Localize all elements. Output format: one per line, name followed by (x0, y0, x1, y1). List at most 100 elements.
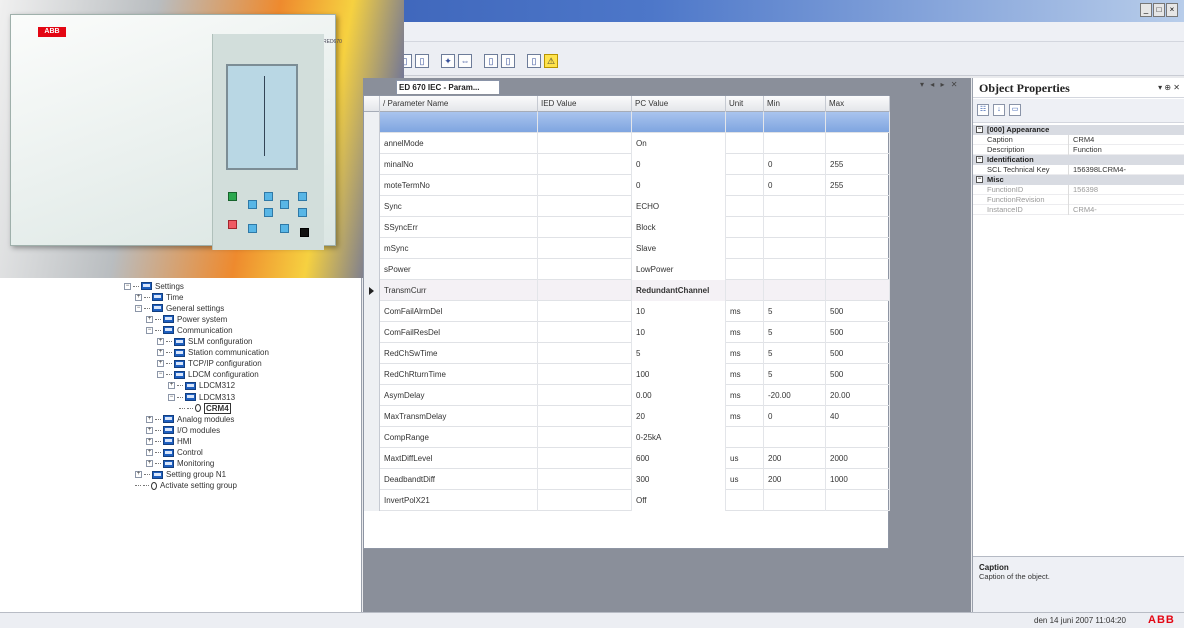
close-button[interactable]: × (1166, 3, 1178, 17)
row-selector[interactable] (364, 364, 380, 385)
row-selector[interactable] (364, 238, 380, 259)
expand-icon[interactable]: + (146, 426, 153, 434)
table-row[interactable]: ComFailResDel 10 ms 5 500 (364, 322, 890, 343)
collapse-icon[interactable]: − (168, 393, 175, 401)
categorized-icon[interactable]: ☷ (977, 104, 989, 116)
cell-pc[interactable]: 100 (632, 364, 726, 385)
collapse-icon[interactable]: − (976, 126, 983, 133)
row-selector[interactable] (364, 427, 380, 448)
document-icon[interactable]: ▯ (484, 54, 498, 68)
table-row[interactable]: MaxTransmDelay 20 ms 0 40 (364, 406, 890, 427)
cell-pc[interactable]: 10 (632, 322, 726, 343)
expand-icon[interactable]: + (146, 415, 153, 423)
row-selector[interactable] (364, 112, 380, 133)
cell-pc[interactable]: 0.00 (632, 385, 726, 406)
table-row[interactable]: SSyncErr Block (364, 217, 890, 238)
expand-icon[interactable]: + (146, 437, 153, 445)
cell-pc[interactable]: 300 (632, 469, 726, 490)
row-selector[interactable] (364, 343, 380, 364)
warning-icon[interactable]: ⚠ (544, 54, 558, 68)
row-selector[interactable] (364, 217, 380, 238)
sort-alpha-icon[interactable]: ↓ (993, 104, 1005, 116)
column-header[interactable]: / Parameter Name (380, 96, 538, 112)
document-icon[interactable]: ▯ (501, 54, 515, 68)
row-selector[interactable] (364, 154, 380, 175)
column-header[interactable]: IED Value (538, 96, 632, 112)
collapse-icon[interactable]: − (124, 282, 131, 290)
document-tab[interactable]: ED 670 IEC - Param... (396, 80, 500, 94)
cell-pc[interactable]: LowPower (632, 259, 726, 280)
row-selector[interactable] (364, 385, 380, 406)
property-category[interactable]: − Misc (973, 175, 1184, 185)
table-row[interactable]: CompRange 0-25kA (364, 427, 890, 448)
row-selector[interactable] (364, 196, 380, 217)
table-row[interactable]: AsymDelay 0.00 ms -20.00 20.00 (364, 385, 890, 406)
row-selector[interactable] (364, 259, 380, 280)
row-selector[interactable] (364, 301, 380, 322)
table-row[interactable]: MaxtDiffLevel 600 us 200 2000 (364, 448, 890, 469)
expand-icon[interactable]: + (168, 382, 175, 390)
arrows-icon[interactable]: ⇔ (458, 54, 472, 68)
minimize-button[interactable]: _ (1140, 3, 1152, 17)
property-row[interactable]: Caption CRM4 (973, 135, 1184, 145)
row-selector[interactable] (364, 448, 380, 469)
cell-pc[interactable]: On (632, 133, 726, 154)
collapse-icon[interactable]: − (135, 304, 142, 312)
settings-icon[interactable]: ✦ (441, 54, 455, 68)
cell-pc[interactable]: 0-25kA (632, 427, 726, 448)
property-row[interactable]: SCL Technical Key 156398LCRM4- (973, 165, 1184, 175)
property-category[interactable]: − Identification (973, 155, 1184, 165)
table-row[interactable]: RedChSwTime 5 ms 5 500 (364, 343, 890, 364)
row-selector[interactable] (364, 322, 380, 343)
property-pages-icon[interactable]: ▭ (1009, 104, 1021, 116)
cell-pc[interactable]: 600 (632, 448, 726, 469)
expand-icon[interactable]: + (146, 315, 153, 323)
expand-icon[interactable]: + (146, 460, 153, 468)
cell-pc[interactable]: RedundantChannel (632, 280, 726, 301)
collapse-icon[interactable]: − (976, 176, 983, 183)
current-row-indicator[interactable] (364, 280, 380, 301)
table-row[interactable]: RedChRturnTime 100 ms 5 500 (364, 364, 890, 385)
document-icon[interactable]: ▯ (415, 54, 429, 68)
row-selector[interactable] (364, 133, 380, 154)
table-row[interactable]: DeadbandtDiff 300 us 200 1000 (364, 469, 890, 490)
table-row[interactable]: TransmCurr RedundantChannel (364, 280, 890, 301)
property-category[interactable]: − [000] Appearance (973, 125, 1184, 135)
property-value[interactable]: 156398LCRM4- (1071, 165, 1181, 175)
collapse-icon[interactable]: − (157, 371, 164, 379)
table-row[interactable]: mSync Slave (364, 238, 890, 259)
row-selector[interactable] (364, 406, 380, 427)
table-row[interactable]: annelMode On (364, 133, 890, 154)
collapse-icon[interactable]: − (146, 326, 153, 334)
column-header[interactable]: PC Value (632, 96, 726, 112)
tree-item[interactable]: Activate setting group (135, 480, 237, 492)
table-row[interactable]: sPower LowPower (364, 259, 890, 280)
cell-pc[interactable]: 10 (632, 301, 726, 322)
cell-pc[interactable] (632, 112, 726, 133)
expand-icon[interactable]: + (135, 293, 142, 301)
row-selector[interactable] (364, 469, 380, 490)
column-header[interactable]: Min (764, 96, 826, 112)
cell-pc[interactable]: Block (632, 217, 726, 238)
table-row[interactable]: InvertPolX21 Off (364, 490, 890, 511)
table-row[interactable]: minalNo 0 0 255 (364, 154, 890, 175)
table-row[interactable]: ComFailAlrmDel 10 ms 5 500 (364, 301, 890, 322)
expand-icon[interactable]: + (135, 471, 142, 479)
document-controls[interactable]: ▾ ◂ ▸ ✕ (920, 80, 959, 89)
expand-icon[interactable]: + (157, 349, 164, 357)
cell-pc[interactable]: 20 (632, 406, 726, 427)
properties-panel-controls[interactable]: ▾ ⊕ ✕ (1158, 83, 1180, 92)
cell-pc[interactable]: 0 (632, 154, 726, 175)
document-icon[interactable]: ▯ (527, 54, 541, 68)
expand-icon[interactable]: + (157, 360, 164, 368)
table-row[interactable]: moteTermNo 0 0 255 (364, 175, 890, 196)
column-header[interactable]: Max (826, 96, 890, 112)
expand-icon[interactable]: + (157, 338, 164, 345)
cell-pc[interactable]: ECHO (632, 196, 726, 217)
cell-pc[interactable]: Off (632, 490, 726, 511)
property-value[interactable]: CRM4 (1071, 135, 1181, 145)
table-row[interactable]: Sync ECHO (364, 196, 890, 217)
collapse-icon[interactable]: − (976, 156, 983, 163)
column-header[interactable]: Unit (726, 96, 764, 112)
cell-pc[interactable]: Slave (632, 238, 726, 259)
